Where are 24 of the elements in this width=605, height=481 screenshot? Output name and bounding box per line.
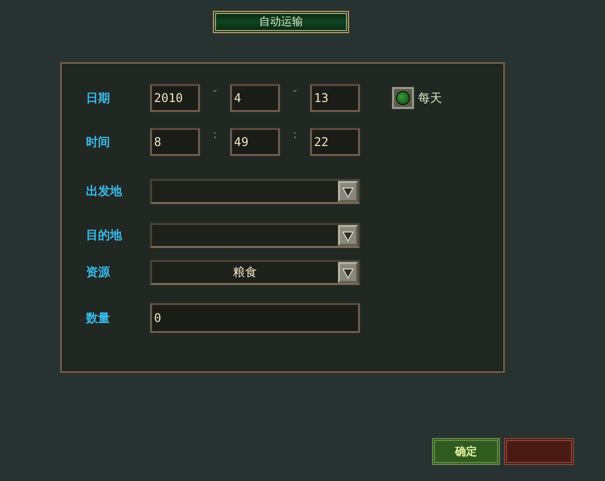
input-field[interactable]: 4 (230, 84, 280, 112)
separator: - (213, 84, 217, 98)
field-label: 目的地 (85, 227, 123, 244)
input-field[interactable]: 49 (230, 128, 280, 156)
input-field[interactable]: 22 (310, 128, 360, 156)
toggle-label: 每天 (418, 90, 442, 106)
input-field[interactable]: 0 (150, 303, 360, 333)
input-field[interactable]: 13 (310, 84, 360, 112)
field-label: 时间 (85, 134, 111, 150)
dropdown[interactable] (150, 223, 360, 248)
field-label: 日期 (85, 90, 111, 106)
separator: : (213, 128, 217, 142)
separator: : (293, 128, 297, 142)
dropdown[interactable] (150, 179, 360, 204)
confirm-button[interactable]: 确定 (432, 438, 500, 465)
field-label: 数量 (84, 310, 111, 326)
input-field[interactable]: 8 (150, 128, 200, 156)
field-label: 出发地 (85, 183, 123, 200)
dropdown[interactable]: 粮食 (150, 260, 360, 285)
window-title: 自动运输 (213, 11, 349, 33)
separator: - (293, 84, 297, 98)
field-label: 资源 (85, 264, 111, 281)
input-field[interactable]: 2010 (150, 84, 200, 112)
toggle-checkbox[interactable] (392, 87, 414, 109)
